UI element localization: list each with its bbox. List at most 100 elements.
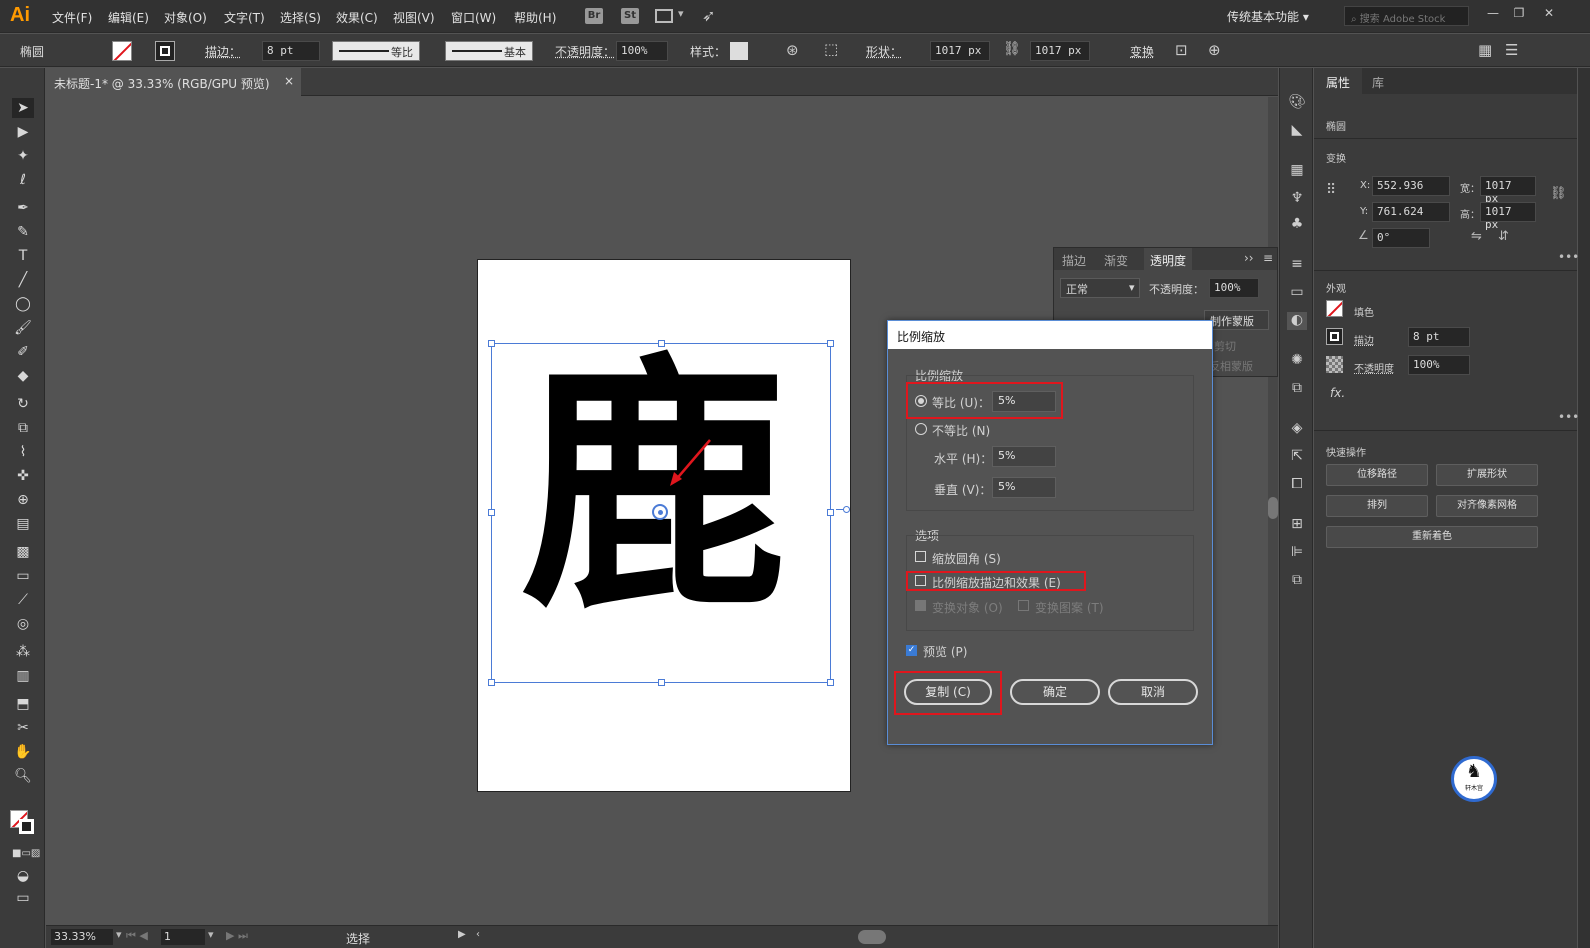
brushes-icon[interactable]: ♆ xyxy=(1287,190,1307,208)
menu-type[interactable]: 文字(T) xyxy=(224,9,265,26)
handle-bottom-right[interactable] xyxy=(827,679,834,686)
blob-brush-tool-icon[interactable]: ✐ xyxy=(12,342,34,362)
collapse-panel-icon[interactable]: ›› xyxy=(1244,251,1254,265)
rocket-icon[interactable]: ➶ xyxy=(702,6,715,25)
arrange-documents-icon[interactable] xyxy=(655,9,673,23)
tab-gradient[interactable]: 渐变 xyxy=(1104,252,1128,269)
stroke-label[interactable]: 描边 xyxy=(1354,332,1374,347)
magic-wand-tool-icon[interactable]: ✦ xyxy=(12,146,34,166)
pen-tool-icon[interactable]: ✒ xyxy=(12,198,34,218)
type-tool-icon[interactable]: T xyxy=(12,246,34,266)
stroke-swatch[interactable] xyxy=(155,41,175,61)
tab-stroke[interactable]: 描边 xyxy=(1062,252,1086,269)
document-tab[interactable]: 未标题-1* @ 33.33% (RGB/GPU 预览) × xyxy=(46,68,301,96)
zoom-dropdown-icon[interactable]: ▾ xyxy=(116,928,122,941)
align-icon[interactable]: ⬚ xyxy=(824,40,838,58)
fx-icon[interactable]: fx. xyxy=(1330,386,1345,400)
page-dropdown-icon[interactable]: ▾ xyxy=(208,928,214,941)
tab-properties[interactable]: 属性 xyxy=(1314,68,1363,94)
graphic-styles-icon[interactable]: ⧉ xyxy=(1287,380,1307,398)
stroke-label[interactable]: 描边： xyxy=(205,43,241,60)
h-field[interactable]: 1017 px xyxy=(1480,202,1536,231)
color-guide-icon[interactable]: ◣ xyxy=(1287,122,1307,140)
mesh-tool-icon[interactable]: ▩ xyxy=(12,542,34,562)
horizontal-scale-field[interactable]: 5% xyxy=(992,446,1056,467)
flip-horizontal-icon[interactable]: ⇋ xyxy=(1471,229,1482,244)
fill-none-swatch[interactable] xyxy=(112,41,132,61)
gradient-panel-icon[interactable]: ▭ xyxy=(1287,284,1307,302)
appearance-panel-icon[interactable]: ✺ xyxy=(1287,352,1307,370)
page-field[interactable]: 1 xyxy=(161,929,205,945)
handle-top[interactable] xyxy=(658,340,665,347)
make-mask-button[interactable]: 制作蒙版 xyxy=(1204,310,1269,330)
rotate-tool-icon[interactable]: ↻ xyxy=(12,394,34,414)
constrain-proportions-icon[interactable]: ⛓ xyxy=(1550,186,1567,201)
selection-tool-icon[interactable]: ➤ xyxy=(12,98,34,118)
eyedropper-tool-icon[interactable]: ⟋ xyxy=(12,590,34,610)
cancel-button[interactable]: 取消 xyxy=(1108,679,1198,705)
align-pixel-grid-button[interactable]: 对齐像素网格 xyxy=(1436,495,1538,517)
transparency-panel-icon[interactable]: ◐ xyxy=(1287,312,1307,330)
transform-panel-icon[interactable]: ⊞ xyxy=(1287,516,1307,534)
handle-left[interactable] xyxy=(488,509,495,516)
stock-search-input[interactable]: ⌕ 搜索 Adobe Stock xyxy=(1344,6,1469,26)
menu-object[interactable]: 对象(O) xyxy=(164,9,207,26)
angle-field[interactable]: 0° xyxy=(1372,228,1430,248)
zoom-field[interactable]: 33.33% xyxy=(51,929,113,945)
close-window-icon[interactable]: ✕ xyxy=(1540,6,1558,22)
opacity-label[interactable]: 不透明度 xyxy=(1354,360,1394,375)
align-panel-icon[interactable]: ⊫ xyxy=(1287,544,1307,562)
menu-view[interactable]: 视图(V) xyxy=(393,9,435,26)
symbol-sprayer-tool-icon[interactable]: ⁂ xyxy=(12,642,34,662)
gradient-tool-icon[interactable]: ▭ xyxy=(12,566,34,586)
offset-path-button[interactable]: 位移路径 xyxy=(1326,464,1428,486)
opacity-label[interactable]: 不透明度： xyxy=(555,43,615,60)
warp-tool-icon[interactable]: ⌇ xyxy=(12,442,34,462)
zoom-tool-icon[interactable]: 🔍︎ xyxy=(12,766,34,786)
artboard-tool-icon[interactable]: ⬒ xyxy=(12,694,34,714)
asset-export-icon[interactable]: ⇱ xyxy=(1287,448,1307,466)
swatches-icon[interactable]: ▦ xyxy=(1287,162,1307,180)
menu-effect[interactable]: 效果(C) xyxy=(336,9,378,26)
scroll-thumb[interactable] xyxy=(1268,497,1278,519)
close-tab-icon[interactable]: × xyxy=(284,74,294,88)
status-arrow-icon[interactable]: ▶ xyxy=(458,929,466,940)
first-page-icon[interactable]: ⏮ ◀ xyxy=(126,929,148,943)
screen-mode-icon[interactable]: ▭ xyxy=(12,888,34,908)
color-panel-icon[interactable]: 🎨︎ xyxy=(1287,94,1307,112)
panel-menu-icon[interactable]: ☰ xyxy=(1505,41,1518,59)
appearance-fill-swatch[interactable] xyxy=(1326,300,1343,317)
flip-vertical-icon[interactable]: ⇵ xyxy=(1498,229,1509,244)
hscroll-thumb[interactable] xyxy=(858,930,886,944)
link-proportions-icon[interactable]: ⛓ xyxy=(1003,41,1021,57)
arrange-button[interactable]: 排列 xyxy=(1326,495,1428,517)
handle-right[interactable] xyxy=(827,509,834,516)
paintbrush-tool-icon[interactable]: 🖌 xyxy=(12,318,34,338)
opacity-field[interactable]: 100% xyxy=(616,41,668,61)
artboards-panel-icon[interactable]: ⧠ xyxy=(1287,476,1307,494)
menu-file[interactable]: 文件(F) xyxy=(52,9,92,26)
vertical-scale-field[interactable]: 5% xyxy=(992,477,1056,498)
preview-checkbox[interactable]: ✓ xyxy=(906,645,917,656)
ok-button[interactable]: 确定 xyxy=(1010,679,1100,705)
shape-label[interactable]: 形状： xyxy=(866,43,902,60)
appearance-stroke-swatch[interactable] xyxy=(1326,328,1343,345)
transform-bounds-icon[interactable]: ⊡ xyxy=(1175,41,1188,59)
recolor-icon[interactable]: ⊛ xyxy=(786,41,799,59)
stroke-panel-icon[interactable]: ≡ xyxy=(1287,256,1307,274)
handle-bottom[interactable] xyxy=(658,679,665,686)
opacity-field[interactable]: 100% xyxy=(1408,355,1470,375)
nonuniform-radio[interactable] xyxy=(915,423,927,435)
handle-top-left[interactable] xyxy=(488,340,495,347)
minimize-icon[interactable]: — xyxy=(1484,6,1502,22)
tab-transparency[interactable]: 透明度 xyxy=(1144,248,1193,270)
perspective-grid-tool-icon[interactable]: ▤ xyxy=(12,514,34,534)
handle-bottom-left[interactable] xyxy=(488,679,495,686)
draw-mode-icon[interactable]: ◒ xyxy=(12,866,34,886)
menu-edit[interactable]: 编辑(E) xyxy=(108,9,149,26)
maximize-icon[interactable]: ❐ xyxy=(1510,6,1528,22)
more-options-icon[interactable]: ••• xyxy=(1558,250,1579,264)
slice-tool-icon[interactable]: ✂ xyxy=(12,718,34,738)
stroke-weight-field[interactable]: 8 pt xyxy=(1408,327,1470,347)
ellipse-tool-icon[interactable]: ◯ xyxy=(12,294,34,314)
